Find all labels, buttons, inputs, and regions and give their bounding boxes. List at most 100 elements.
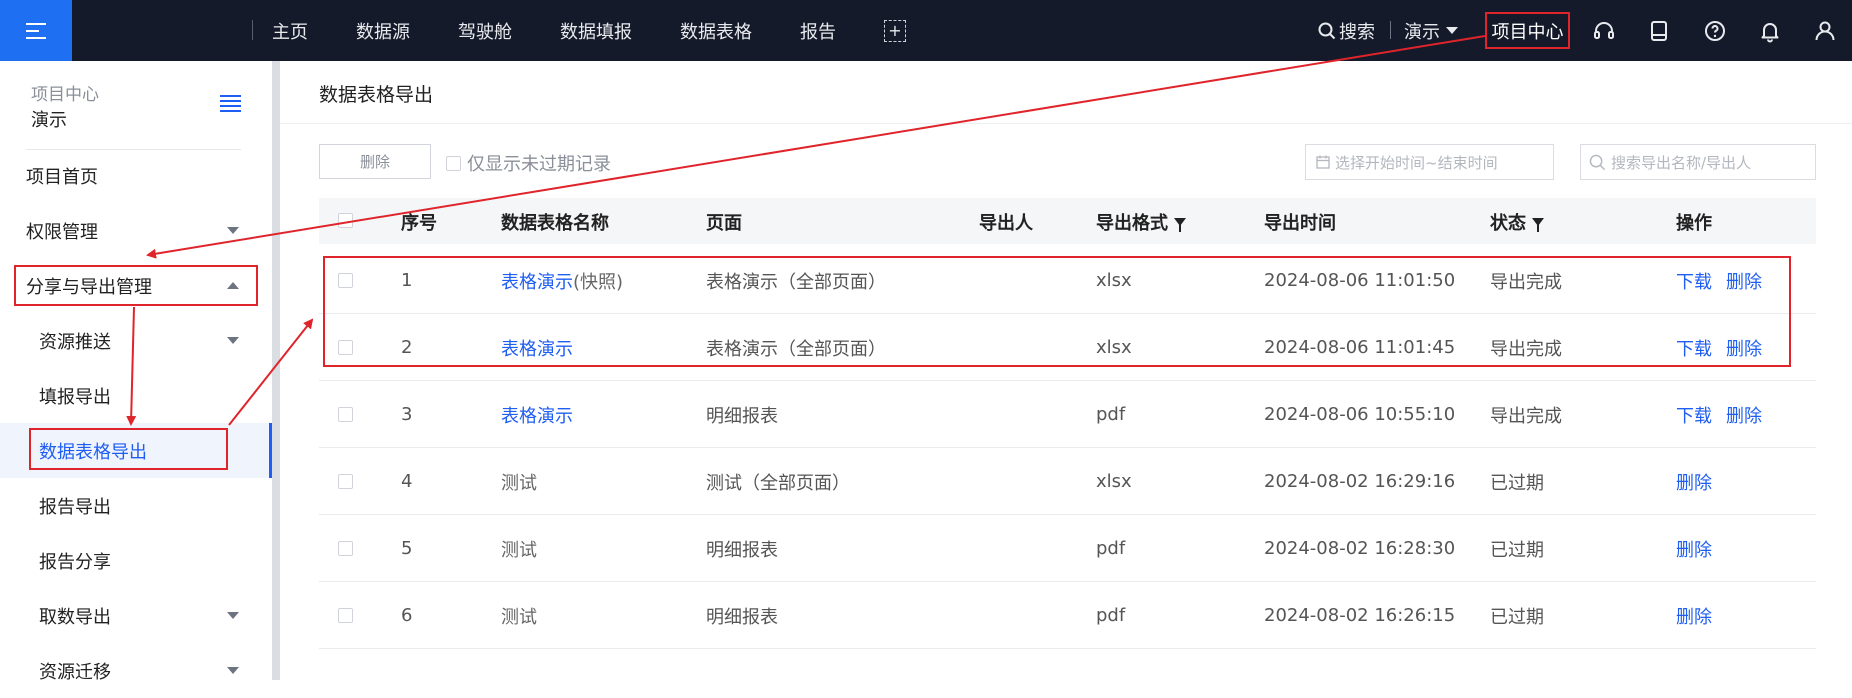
col-export-format[interactable]: 导出格式 (1096, 209, 1186, 235)
download-link[interactable]: 下载 (1676, 402, 1712, 428)
table-name-link: 测试 (501, 606, 537, 628)
sidebar-item-data-fetch-export[interactable]: 取数导出 (0, 588, 272, 643)
chevron-down-icon (227, 667, 239, 674)
nav-datasource[interactable]: 数据源 (356, 18, 410, 44)
col-status[interactable]: 状态 (1490, 209, 1544, 235)
cell-format: xlsx (1096, 471, 1132, 492)
help-icon[interactable] (1703, 19, 1727, 43)
sidebar-item-project-home[interactable]: 项目首页 (0, 148, 272, 203)
cell-time: 2024-08-06 10:55:10 (1264, 404, 1456, 425)
delete-link[interactable]: 删除 (1676, 469, 1712, 495)
export-search-input[interactable]: 搜索导出名称/导出人 (1580, 144, 1816, 180)
cell-status: 导出完成 (1490, 338, 1562, 360)
cell-table-name: 表格演示 (快照) (501, 247, 623, 314)
project-center-button[interactable]: 项目中心 (1485, 12, 1570, 49)
search-button[interactable]: 搜索 (1318, 0, 1375, 61)
filter-icon[interactable] (1532, 218, 1544, 232)
sidebar-item-report-share[interactable]: 报告分享 (0, 533, 272, 588)
nav-cockpit[interactable]: 驾驶舱 (458, 18, 512, 44)
cell-status: 已过期 (1490, 606, 1544, 628)
row-checkbox[interactable] (338, 340, 353, 355)
only-valid-filter[interactable]: 仅显示未过期记录 (446, 150, 611, 176)
col-label: 状态 (1490, 213, 1526, 234)
col-exporter: 导出人 (979, 213, 1033, 234)
only-valid-checkbox[interactable] (446, 155, 461, 171)
date-range-placeholder: 选择开始时间~结束时间 (1335, 153, 1498, 172)
col-page: 页面 (706, 213, 742, 234)
sidebar-item-resource-push[interactable]: 资源推送 (0, 313, 272, 368)
cell-format: pdf (1096, 605, 1126, 626)
row-checkbox[interactable] (338, 474, 353, 489)
cell-time: 2024-08-06 11:01:50 (1264, 270, 1456, 291)
sidebar-item-label: 填报导出 (39, 386, 111, 408)
nav-data-entry[interactable]: 数据填报 (560, 18, 632, 44)
bell-icon[interactable] (1758, 19, 1782, 43)
nav-report[interactable]: 报告 (800, 18, 836, 44)
calendar-icon (1316, 155, 1330, 169)
only-valid-label: 仅显示未过期记录 (467, 154, 611, 175)
delete-link[interactable]: 删除 (1726, 402, 1762, 428)
cell-format: xlsx (1096, 270, 1132, 291)
nav-home[interactable]: 主页 (272, 18, 308, 44)
top-nav: 主页 数据源 驾驶舱 数据填报 数据表格 报告 + (272, 0, 906, 61)
download-link[interactable]: 下载 (1676, 268, 1712, 294)
date-range-input[interactable]: 选择开始时间~结束时间 (1305, 144, 1554, 180)
table-name-link[interactable]: 表格演示 (501, 335, 573, 361)
chevron-down-icon (227, 227, 239, 234)
row-checkbox[interactable] (338, 407, 353, 422)
col-export-time: 导出时间 (1264, 213, 1336, 234)
delete-link[interactable]: 删除 (1726, 268, 1762, 294)
table-name-link[interactable]: 表格演示 (501, 402, 573, 428)
cell-index: 6 (401, 605, 413, 626)
chevron-down-icon (227, 337, 239, 344)
sidebar-scrollbar[interactable] (272, 61, 280, 680)
cell-actions: 删除 (1676, 448, 1726, 515)
filter-icon[interactable] (1174, 218, 1186, 232)
cell-table-name: 测试 (501, 448, 537, 515)
delete-link[interactable]: 删除 (1676, 603, 1712, 629)
row-checkbox[interactable] (338, 273, 353, 288)
cell-status: 导出完成 (1490, 405, 1562, 427)
cell-page: 明细报表 (706, 539, 778, 561)
book-icon[interactable] (1647, 19, 1671, 43)
user-icon[interactable] (1813, 19, 1837, 43)
select-all-checkbox[interactable] (338, 213, 353, 228)
delete-link[interactable]: 删除 (1726, 335, 1762, 361)
cell-index: 3 (401, 404, 413, 425)
table-row: 2 表格演示 表格演示（全部页面） xlsx 2024-08-06 11:01:45 导出… (319, 314, 1816, 381)
top-bar: 主页 数据源 驾驶舱 数据填报 数据表格 报告 + 搜索 演示 项目中心 (0, 0, 1852, 61)
sidebar-item-label: 报告导出 (39, 496, 111, 518)
table-name-link[interactable]: 表格演示 (501, 268, 573, 294)
sidebar-item-report-export[interactable]: 报告导出 (0, 478, 272, 533)
table-row: 6 测试 明细报表 pdf 2024-08-02 16:26:15 已过期 删除 (319, 582, 1816, 649)
delete-button[interactable]: 删除 (319, 144, 431, 179)
nav-data-table[interactable]: 数据表格 (680, 18, 752, 44)
sidebar-item-resource-migration[interactable]: 资源迁移 (0, 643, 272, 698)
menu-icon[interactable] (0, 0, 72, 61)
cell-format: pdf (1096, 538, 1126, 559)
row-checkbox[interactable] (338, 541, 353, 556)
table-name-link: 测试 (501, 472, 537, 494)
table-name-link: 测试 (501, 539, 537, 561)
cell-actions: 下载 删除 (1676, 314, 1776, 381)
table-row: 5 测试 明细报表 pdf 2024-08-02 16:28:30 已过期 删除 (319, 515, 1816, 582)
row-checkbox[interactable] (338, 608, 353, 623)
list-icon[interactable] (220, 95, 241, 112)
download-link[interactable]: 下载 (1676, 335, 1712, 361)
sidebar-item-data-table-export[interactable]: 数据表格导出 (0, 423, 272, 478)
cell-actions: 下载 删除 (1676, 381, 1776, 448)
chevron-up-icon (227, 282, 239, 289)
sidebar-item-label: 数据表格导出 (39, 441, 147, 463)
page-title: 数据表格导出 (319, 84, 434, 106)
sidebar-item-fill-export[interactable]: 填报导出 (0, 368, 272, 423)
col-table-name: 数据表格名称 (501, 213, 609, 234)
project-switcher[interactable]: 演示 (1404, 0, 1458, 61)
add-tab-icon[interactable]: + (884, 19, 906, 42)
sidebar-item-share-export[interactable]: 分享与导出管理 (0, 258, 272, 313)
table-header: 序号 数据表格名称 页面 导出人 导出格式 导出时间 状态 操作 (319, 198, 1816, 244)
headset-icon[interactable] (1592, 19, 1616, 43)
sidebar-item-label: 报告分享 (39, 551, 111, 573)
cell-time: 2024-08-06 11:01:45 (1264, 337, 1456, 358)
sidebar-item-permissions[interactable]: 权限管理 (0, 203, 272, 258)
delete-link[interactable]: 删除 (1676, 536, 1712, 562)
